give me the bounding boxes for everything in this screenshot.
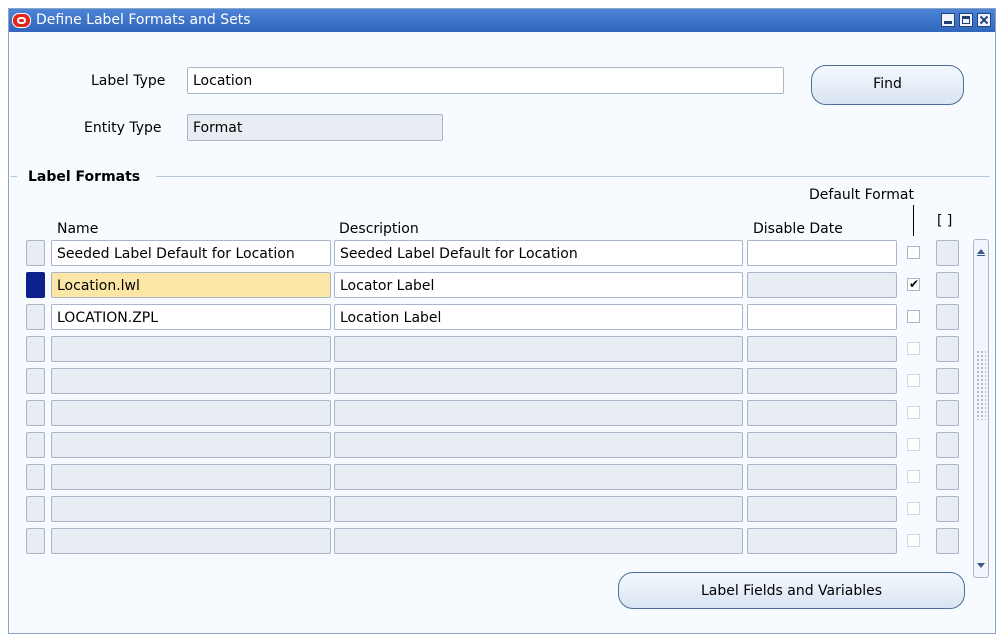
default-format-checkbox[interactable]: ✔ xyxy=(907,277,920,291)
row-selector[interactable] xyxy=(26,496,45,522)
name-cell[interactable] xyxy=(51,528,331,554)
disable-date-cell[interactable] xyxy=(747,304,897,330)
row-selector[interactable] xyxy=(26,240,45,266)
flexfield-cell[interactable] xyxy=(936,432,959,458)
name-cell[interactable] xyxy=(51,496,331,522)
flexfield-cell[interactable] xyxy=(936,496,959,522)
description-cell[interactable]: Location Label xyxy=(334,304,743,330)
name-cell[interactable] xyxy=(51,336,331,362)
vertical-scrollbar[interactable] xyxy=(973,239,989,578)
description-cell[interactable] xyxy=(334,400,743,426)
row-selector[interactable] xyxy=(26,368,45,394)
scrollbar-thumb[interactable] xyxy=(976,350,986,420)
flexfield-cell[interactable] xyxy=(936,336,959,362)
description-cell[interactable]: Locator Label xyxy=(334,272,743,298)
disable-date-column-header: Disable Date xyxy=(753,221,843,237)
scroll-down-icon[interactable] xyxy=(977,563,985,568)
row-selector[interactable] xyxy=(26,528,45,554)
name-column-header: Name xyxy=(57,221,99,237)
default-format-checkbox[interactable] xyxy=(907,406,920,419)
find-button[interactable]: Find xyxy=(811,65,964,105)
default-format-checkbox[interactable] xyxy=(907,342,920,355)
default-format-checkbox[interactable] xyxy=(907,534,920,547)
label-type-label: Label Type xyxy=(91,73,166,89)
disable-date-cell[interactable] xyxy=(747,400,897,426)
disable-date-cell[interactable] xyxy=(747,336,897,362)
window-title: Define Label Formats and Sets xyxy=(36,12,251,28)
name-cell[interactable]: Seeded Label Default for Location xyxy=(51,240,331,266)
row-selector[interactable] xyxy=(26,272,45,298)
disable-date-cell[interactable] xyxy=(747,432,897,458)
description-cell[interactable] xyxy=(334,464,743,490)
name-cell[interactable] xyxy=(51,432,331,458)
section-divider xyxy=(156,176,990,177)
row-selector[interactable] xyxy=(26,464,45,490)
description-cell[interactable] xyxy=(334,432,743,458)
name-cell[interactable] xyxy=(51,368,331,394)
disable-date-cell[interactable] xyxy=(747,496,897,522)
flex-column-header: [ ] xyxy=(937,213,953,229)
flexfield-cell[interactable] xyxy=(936,400,959,426)
disable-date-cell[interactable] xyxy=(747,368,897,394)
section-divider-left xyxy=(11,176,17,177)
name-cell[interactable] xyxy=(51,464,331,490)
flexfield-cell[interactable] xyxy=(936,464,959,490)
oracle-logo-icon xyxy=(12,13,31,28)
label-type-field[interactable]: Location xyxy=(187,67,784,94)
default-format-checkbox[interactable] xyxy=(907,502,920,515)
flexfield-cell[interactable] xyxy=(936,272,959,298)
description-cell[interactable] xyxy=(334,496,743,522)
row-selector[interactable] xyxy=(26,336,45,362)
name-cell[interactable]: Location.lwl xyxy=(51,272,331,298)
row-selector[interactable] xyxy=(26,304,45,330)
name-cell[interactable]: LOCATION.ZPL xyxy=(51,304,331,330)
title-bar[interactable]: Define Label Formats and Sets xyxy=(9,9,995,32)
scroll-up-icon[interactable] xyxy=(977,249,985,256)
label-fields-and-variables-button[interactable]: Label Fields and Variables xyxy=(618,572,965,609)
description-column-header: Description xyxy=(339,221,419,237)
label-formats-section-title: Label Formats xyxy=(28,169,141,185)
description-cell[interactable] xyxy=(334,368,743,394)
entity-type-field[interactable]: Format xyxy=(187,114,443,141)
close-icon[interactable] xyxy=(977,13,991,27)
default-format-checkbox[interactable] xyxy=(907,310,920,323)
default-format-checkbox[interactable] xyxy=(907,246,920,259)
maximize-icon[interactable] xyxy=(959,13,973,27)
disable-date-cell[interactable] xyxy=(747,272,897,298)
disable-date-cell[interactable] xyxy=(747,464,897,490)
default-format-header: Default Format xyxy=(809,187,914,203)
flexfield-cell[interactable] xyxy=(936,368,959,394)
disable-date-cell[interactable] xyxy=(747,528,897,554)
default-format-pointer-line xyxy=(913,205,914,236)
flexfield-cell[interactable] xyxy=(936,304,959,330)
flexfield-cell[interactable] xyxy=(936,528,959,554)
window: Define Label Formats and Sets Label Type… xyxy=(8,8,996,634)
default-format-checkbox[interactable] xyxy=(907,438,920,451)
flexfield-cell[interactable] xyxy=(936,240,959,266)
minimize-icon[interactable] xyxy=(941,13,955,27)
name-cell[interactable] xyxy=(51,400,331,426)
description-cell[interactable] xyxy=(334,336,743,362)
row-selector[interactable] xyxy=(26,432,45,458)
checkmark-icon: ✔ xyxy=(909,277,920,291)
disable-date-cell[interactable] xyxy=(747,240,897,266)
row-selector[interactable] xyxy=(26,400,45,426)
description-cell[interactable]: Seeded Label Default for Location xyxy=(334,240,743,266)
default-format-checkbox[interactable] xyxy=(907,470,920,483)
default-format-checkbox[interactable] xyxy=(907,374,920,387)
entity-type-label: Entity Type xyxy=(84,120,162,136)
description-cell[interactable] xyxy=(334,528,743,554)
